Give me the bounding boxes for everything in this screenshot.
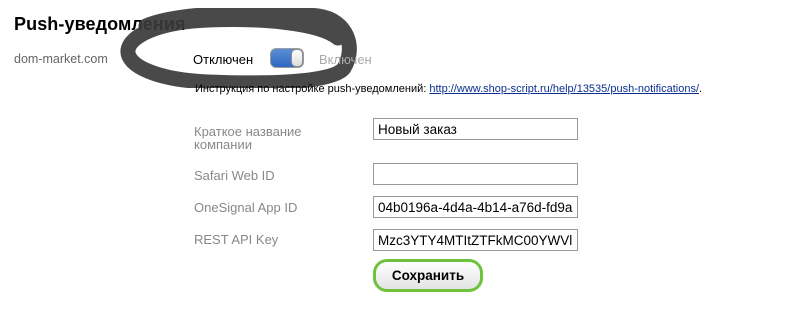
instructions-text: Инструкция по настройке push-уведомлений… [195, 83, 430, 95]
rest-api-key-input[interactable] [373, 229, 578, 251]
push-toggle-switch[interactable] [270, 48, 304, 68]
page-title: Push-уведомления [14, 14, 186, 34]
onesignal-app-id-label: OneSignal App ID [194, 200, 298, 215]
status-on-label: Включен [319, 52, 372, 67]
site-name: dom-market.com [14, 52, 108, 66]
instructions-link[interactable]: http://www.shop-script.ru/help/13535/pus… [429, 83, 699, 95]
instructions-suffix: . [699, 83, 703, 95]
save-button[interactable]: Сохранить [373, 259, 483, 292]
company-name-input[interactable] [373, 118, 578, 140]
safari-web-id-label: Safari Web ID [194, 168, 275, 183]
instructions-line: Инструкция по настройке push-уведомлений… [195, 83, 702, 95]
rest-api-key-label: REST API Key [194, 232, 279, 247]
toggle-knob[interactable] [291, 49, 303, 67]
company-name-label: Краткое название компании [194, 124, 302, 152]
status-off-label: Отключен [193, 52, 254, 67]
safari-web-id-input[interactable] [373, 163, 578, 185]
onesignal-app-id-input[interactable] [373, 196, 578, 218]
